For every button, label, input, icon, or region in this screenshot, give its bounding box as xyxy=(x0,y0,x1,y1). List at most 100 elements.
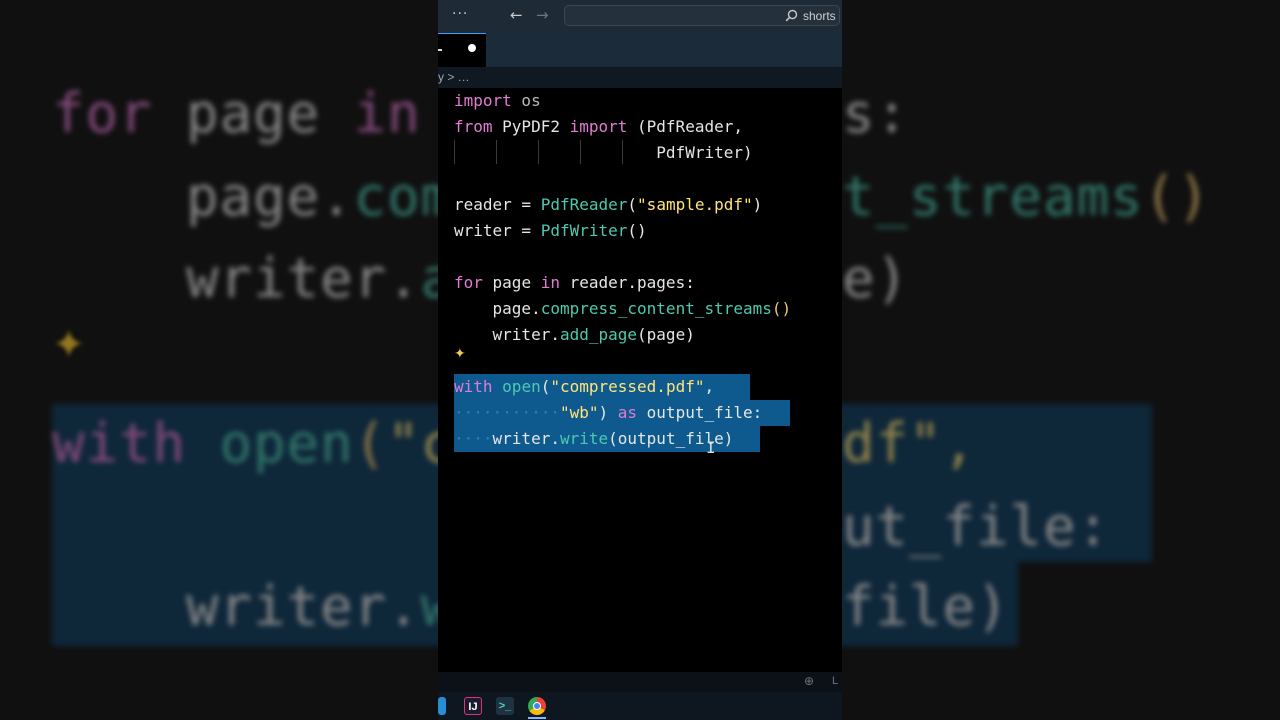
bg-code-line: for page in xyxy=(52,82,421,145)
bg-code-token: e) xyxy=(842,247,910,310)
editor-window: ··· ← → shorts y > … import osfrom PyPD xyxy=(438,0,842,720)
code-token: write xyxy=(559,429,609,448)
terminal-taskbar-icon[interactable]: >_ xyxy=(496,697,514,715)
bg-code-token: with xyxy=(52,412,187,475)
status-position[interactable]: L xyxy=(832,675,838,687)
title-bar: ··· ← → shorts xyxy=(438,0,842,33)
menu-dots-icon[interactable]: ··· xyxy=(452,6,468,22)
code-token: "wb" xyxy=(559,403,599,422)
code-line: page.compress_content_streams() xyxy=(454,296,792,322)
code-token: os xyxy=(511,91,541,110)
code-token: reader.pages: xyxy=(559,273,695,292)
code-token: ( xyxy=(540,377,551,396)
code-line: for page in reader.pages: xyxy=(454,270,695,296)
code-editor[interactable]: import os from PyPDF2 import (PdfReader, … xyxy=(438,88,842,672)
bg-code-line: writer.w xyxy=(52,575,454,638)
code-token: in xyxy=(540,273,560,292)
bg-code-token: df", xyxy=(842,412,977,475)
search-icon xyxy=(785,9,798,22)
bg-code-token: for xyxy=(52,82,153,145)
bg-code-line: t_streams() xyxy=(842,165,1211,228)
code-line: ···········"wb") as output_file: xyxy=(454,400,762,426)
active-app-indicator xyxy=(528,717,546,719)
code-token: PdfWriter xyxy=(540,221,628,240)
code-token: (PdfReader, xyxy=(627,117,743,136)
bg-code-line: file) xyxy=(842,575,1010,638)
bg-code-token: t_streams xyxy=(842,165,1144,228)
back-arrow-icon[interactable]: ← xyxy=(510,6,523,24)
code-token: (page) xyxy=(637,325,695,344)
tab-active-file[interactable] xyxy=(438,33,486,67)
bg-code-token: page xyxy=(152,82,354,145)
bg-code-line: with open("c xyxy=(52,412,454,475)
bg-code-token: s: xyxy=(842,82,910,145)
forward-arrow-icon[interactable]: → xyxy=(536,6,549,24)
bg-sparkle-icon: ✦ xyxy=(52,322,86,368)
code-token: compress_content_streams xyxy=(540,299,772,318)
code-token: page xyxy=(482,273,541,292)
copilot-sparkle-icon[interactable]: ✦ xyxy=(454,346,466,362)
zoom-icon[interactable]: ⊕ xyxy=(804,674,814,688)
code-line: from PyPDF2 import (PdfReader, xyxy=(454,114,743,140)
tab-bar xyxy=(438,33,842,67)
code-token: for xyxy=(454,273,483,292)
code-token: reader = xyxy=(454,195,541,214)
code-token: PdfWriter) xyxy=(454,143,753,162)
bg-code-token: () xyxy=(1143,165,1211,228)
code-token: () xyxy=(627,221,647,240)
bg-code-line: s: xyxy=(842,82,909,145)
text-cursor-icon: I xyxy=(706,438,716,457)
code-token: writer = xyxy=(454,221,541,240)
code-token: ··········· xyxy=(454,403,560,422)
code-token: "compressed.pdf" xyxy=(550,377,705,396)
status-bar: ⊕ L xyxy=(438,672,842,692)
bg-code-line: df", xyxy=(842,412,976,475)
code-token: , xyxy=(704,377,715,396)
code-token: with xyxy=(454,377,493,396)
code-token: add_page xyxy=(559,325,638,344)
bg-code-token: page. xyxy=(52,165,354,228)
bg-code-token: file) xyxy=(842,575,1010,638)
unsaved-dot-icon[interactable] xyxy=(468,44,476,52)
code-token: open xyxy=(502,377,541,396)
code-token: ( xyxy=(627,195,638,214)
code-line: writer = PdfWriter() xyxy=(454,218,647,244)
chrome-taskbar-icon[interactable] xyxy=(528,697,546,715)
code-line: ····writer.write(output_file) xyxy=(454,426,733,452)
code-token: PdfReader xyxy=(540,195,628,214)
code-token: "sample.pdf" xyxy=(637,195,753,214)
code-token: page. xyxy=(454,299,541,318)
os-taskbar: IJ >_ xyxy=(438,692,842,720)
bg-code-token: ut_file: xyxy=(842,495,1111,558)
code-token: () xyxy=(771,299,792,318)
code-token: from xyxy=(454,117,493,136)
bg-code-line: e) xyxy=(842,247,909,310)
bg-code-token: ( xyxy=(353,412,388,475)
code-line: reader = PdfReader("sample.pdf") xyxy=(454,192,762,218)
code-line: with open("compressed.pdf", xyxy=(454,374,714,400)
code-token: output_file: xyxy=(637,403,763,422)
code-token: ) xyxy=(598,403,618,422)
code-token: import xyxy=(569,117,628,136)
code-token: writer. xyxy=(454,325,560,344)
code-line: PdfWriter) xyxy=(454,140,753,166)
bg-code-token: in xyxy=(353,82,421,145)
code-line: writer.add_page(page) xyxy=(454,322,695,348)
intellij-taskbar-icon[interactable]: IJ xyxy=(464,697,482,715)
command-center-search[interactable]: shorts xyxy=(564,5,840,26)
bg-code-line: ut_file: xyxy=(842,495,1110,558)
code-token: import xyxy=(454,91,512,110)
breadcrumb[interactable]: y > … xyxy=(438,67,842,88)
bg-code-token: writer. xyxy=(52,575,421,638)
vscode-taskbar-icon[interactable] xyxy=(438,697,446,715)
code-token: as xyxy=(617,403,638,422)
bg-code-token: writer. xyxy=(52,247,421,310)
bg-code-token xyxy=(186,412,220,475)
bg-code-token: open xyxy=(219,412,354,475)
code-token: writer. xyxy=(492,429,560,448)
code-token: ) xyxy=(752,195,763,214)
tab-label-fragment xyxy=(438,49,442,51)
search-text: shorts xyxy=(803,9,836,23)
bg-code-line: page.com xyxy=(52,165,454,228)
